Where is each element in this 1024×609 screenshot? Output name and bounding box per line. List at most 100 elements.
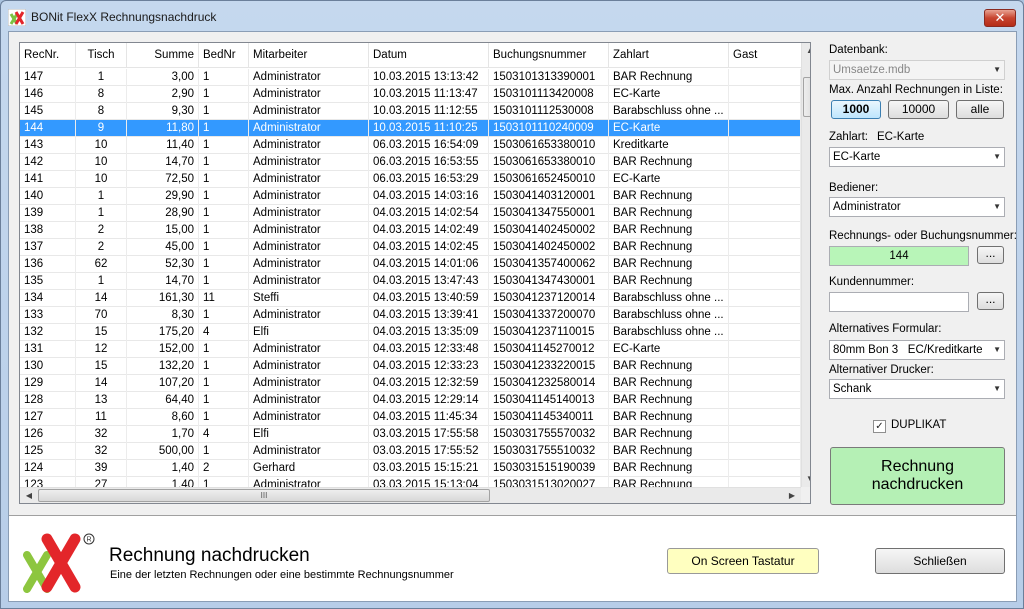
table-row[interactable]: 139 1 28,90 1 Administrator 04.03.2015 14:02:… bbox=[20, 205, 801, 222]
column-header-tisch[interactable]: Tisch bbox=[76, 43, 127, 68]
cell-datum: 03.03.2015 17:55:52 bbox=[369, 443, 489, 460]
cell-zahlart: Barabschluss ohne ... bbox=[609, 324, 729, 341]
table-row[interactable]: 147 1 3,00 1 Administrator 10.03.2015 13:13:4… bbox=[20, 69, 801, 86]
cell-buchungsnummer: 1503041337200070 bbox=[489, 307, 609, 324]
alt-printer-select-value: Schank bbox=[833, 383, 872, 395]
vertical-scrollbar[interactable]: ▲ ▼ bbox=[801, 43, 810, 487]
customer-number-input[interactable] bbox=[829, 292, 969, 312]
column-header-gast[interactable]: Gast bbox=[729, 43, 801, 68]
vertical-scroll-thumb[interactable] bbox=[803, 77, 810, 117]
invoice-grid[interactable]: RecNr. Tisch Summe BedNr Mitarbeiter Dat… bbox=[19, 42, 811, 504]
table-row[interactable]: 124 39 1,40 2 Gerhard 03.03.2015 15:15:21 1503… bbox=[20, 460, 801, 477]
column-header-recnr[interactable]: RecNr. bbox=[20, 43, 76, 68]
table-row[interactable]: 130 15 132,20 1 Administrator 04.03.2015 12:3… bbox=[20, 358, 801, 375]
table-row[interactable]: 135 1 14,70 1 Administrator 04.03.2015 13:47:… bbox=[20, 273, 801, 290]
invoice-browse-button[interactable]: ... bbox=[977, 246, 1004, 264]
table-row[interactable]: 133 70 8,30 1 Administrator 04.03.2015 13:39:… bbox=[20, 307, 801, 324]
close-button[interactable]: Schließen bbox=[875, 548, 1005, 574]
scroll-down-icon[interactable]: ▼ bbox=[802, 471, 810, 487]
table-row[interactable]: 127 11 8,60 1 Administrator 04.03.2015 11:45:… bbox=[20, 409, 801, 426]
table-row[interactable]: 143 10 11,40 1 Administrator 06.03.2015 16:54… bbox=[20, 137, 801, 154]
cell-gast bbox=[729, 358, 801, 375]
cell-tisch: 9 bbox=[76, 120, 127, 137]
table-row[interactable]: 138 2 15,00 1 Administrator 04.03.2015 14:02:… bbox=[20, 222, 801, 239]
cell-zahlart: BAR Rechnung bbox=[609, 205, 729, 222]
cell-buchungsnummer: 1503041145270012 bbox=[489, 341, 609, 358]
cell-summe: 15,00 bbox=[127, 222, 199, 239]
cell-bednr: 1 bbox=[199, 358, 249, 375]
horizontal-scroll-thumb[interactable]: III bbox=[38, 489, 490, 502]
cell-mitarbeiter: Administrator bbox=[249, 103, 369, 120]
table-row[interactable]: 142 10 14,70 1 Administrator 06.03.2015 16:53… bbox=[20, 154, 801, 171]
cell-mitarbeiter: Administrator bbox=[249, 137, 369, 154]
table-row[interactable]: 128 13 64,40 1 Administrator 04.03.2015 12:29… bbox=[20, 392, 801, 409]
zahlart-select[interactable]: EC-Karte ▼ bbox=[829, 147, 1005, 167]
cell-gast bbox=[729, 205, 801, 222]
table-row[interactable]: 134 14 161,30 11 Steffi 04.03.2015 13:40:59 15… bbox=[20, 290, 801, 307]
table-row[interactable]: 136 62 52,30 1 Administrator 04.03.2015 14:01… bbox=[20, 256, 801, 273]
table-row[interactable]: 129 14 107,20 1 Administrator 04.03.2015 12:3… bbox=[20, 375, 801, 392]
cell-datum: 10.03.2015 11:12:55 bbox=[369, 103, 489, 120]
table-row[interactable]: 144 9 11,80 1 Administrator 10.03.2015 11:10:… bbox=[20, 120, 801, 137]
flexx-logo-icon: R bbox=[23, 533, 95, 593]
window-close-button[interactable]: ✕ bbox=[984, 9, 1016, 27]
cell-datum: 10.03.2015 11:10:25 bbox=[369, 120, 489, 137]
column-header-bednr[interactable]: BedNr bbox=[199, 43, 249, 68]
column-header-buchungsnummer[interactable]: Buchungsnummer bbox=[489, 43, 609, 68]
invoice-number-input[interactable]: 144 bbox=[829, 246, 969, 266]
alt-form-select[interactable]: 80mm Bon 3 EC/Kreditkarte ▼ bbox=[829, 340, 1005, 360]
horizontal-scrollbar[interactable]: ◀ III ▶ bbox=[20, 487, 801, 503]
bediener-select[interactable]: Administrator ▼ bbox=[829, 197, 1005, 217]
table-row[interactable]: 146 8 2,90 1 Administrator 10.03.2015 11:13:4… bbox=[20, 86, 801, 103]
scroll-up-icon[interactable]: ▲ bbox=[802, 43, 810, 59]
duplikat-checkbox[interactable]: ✓ bbox=[873, 420, 886, 433]
cell-bednr: 1 bbox=[199, 188, 249, 205]
column-header-datum[interactable]: Datum bbox=[369, 43, 489, 68]
table-row[interactable]: 145 8 9,30 1 Administrator 10.03.2015 11:12:5… bbox=[20, 103, 801, 120]
table-row[interactable]: 137 2 45,00 1 Administrator 04.03.2015 14:02:… bbox=[20, 239, 801, 256]
max-count-label: Max. Anzahl Rechnungen in Liste: bbox=[829, 84, 1003, 96]
footer-panel: R Rechnung nachdrucken Eine der letzten … bbox=[9, 517, 1016, 601]
cell-buchungsnummer: 1503041233220015 bbox=[489, 358, 609, 375]
alt-printer-select[interactable]: Schank ▼ bbox=[829, 379, 1005, 399]
cell-recnr: 128 bbox=[20, 392, 76, 409]
table-row[interactable]: 125 32 500,00 1 Administrator 03.03.2015 17:5… bbox=[20, 443, 801, 460]
cell-mitarbeiter: Administrator bbox=[249, 256, 369, 273]
table-row[interactable]: 140 1 29,90 1 Administrator 04.03.2015 14:03:… bbox=[20, 188, 801, 205]
table-row[interactable]: 131 12 152,00 1 Administrator 04.03.2015 12:3… bbox=[20, 341, 801, 358]
database-value: Umsaetze.mdb bbox=[833, 64, 911, 76]
scroll-right-icon[interactable]: ▶ bbox=[784, 488, 800, 503]
cell-zahlart: BAR Rechnung bbox=[609, 358, 729, 375]
cell-recnr: 132 bbox=[20, 324, 76, 341]
on-screen-keyboard-button[interactable]: On Screen Tastatur bbox=[667, 548, 819, 574]
cell-recnr: 140 bbox=[20, 188, 76, 205]
cell-summe: 11,40 bbox=[127, 137, 199, 154]
cell-mitarbeiter: Administrator bbox=[249, 222, 369, 239]
table-row[interactable]: 141 10 72,50 1 Administrator 06.03.2015 16:53… bbox=[20, 171, 801, 188]
max-all-button[interactable]: alle bbox=[956, 100, 1004, 119]
cell-gast bbox=[729, 154, 801, 171]
cell-bednr: 1 bbox=[199, 86, 249, 103]
table-row[interactable]: 132 15 175,20 4 Elfi 04.03.2015 13:35:09 15030… bbox=[20, 324, 801, 341]
cell-summe: 52,30 bbox=[127, 256, 199, 273]
max-1000-button[interactable]: 1000 bbox=[831, 100, 881, 119]
cell-bednr: 1 bbox=[199, 222, 249, 239]
max-10000-button[interactable]: 10000 bbox=[888, 100, 949, 119]
cell-gast bbox=[729, 86, 801, 103]
print-invoice-button[interactable]: Rechnung nachdrucken bbox=[830, 447, 1005, 505]
cell-datum: 04.03.2015 13:39:41 bbox=[369, 307, 489, 324]
table-row[interactable]: 126 32 1,70 4 Elfi 03.03.2015 17:55:58 1503031… bbox=[20, 426, 801, 443]
cell-buchungsnummer: 1503041357400062 bbox=[489, 256, 609, 273]
cell-tisch: 1 bbox=[76, 188, 127, 205]
cell-bednr: 1 bbox=[199, 307, 249, 324]
column-header-mitarbeiter[interactable]: Mitarbeiter bbox=[249, 43, 369, 68]
customer-browse-button[interactable]: ... bbox=[977, 292, 1004, 310]
cell-recnr: 137 bbox=[20, 239, 76, 256]
column-header-summe[interactable]: Summe bbox=[127, 43, 199, 68]
cell-tisch: 15 bbox=[76, 324, 127, 341]
cell-datum: 10.03.2015 13:13:42 bbox=[369, 69, 489, 86]
cell-tisch: 39 bbox=[76, 460, 127, 477]
cell-buchungsnummer: 1503061653380010 bbox=[489, 154, 609, 171]
scroll-left-icon[interactable]: ◀ bbox=[21, 488, 37, 503]
column-header-zahlart[interactable]: Zahlart bbox=[609, 43, 729, 68]
